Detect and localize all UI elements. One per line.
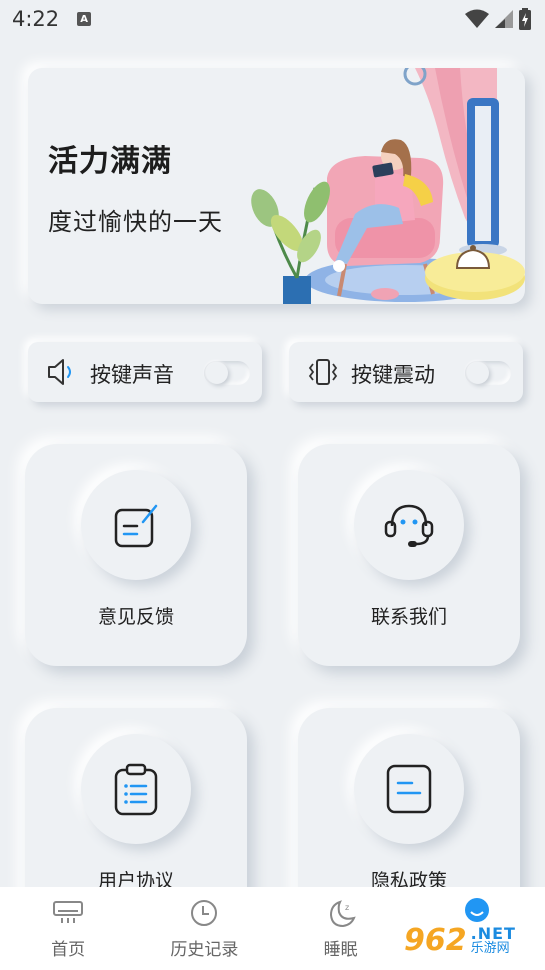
key-sound-label: 按键声音 (90, 363, 174, 387)
switch-knob (467, 362, 489, 384)
air-conditioner-icon (53, 901, 84, 923)
contact-icon-circle (354, 470, 464, 580)
nav-sleep-label: 睡眠 (323, 940, 358, 960)
nav-history-label: 历史记录 (170, 940, 239, 960)
contact-us-label: 联系我们 (370, 606, 447, 628)
document-lines-icon (386, 764, 432, 814)
moon-sleep-icon: z (329, 900, 356, 928)
status-bar: 4:22 A (0, 0, 545, 38)
relaxing-woman-illustration (251, 68, 525, 304)
signal-icon (495, 10, 513, 28)
switch-knob (206, 362, 228, 384)
watermark-site: 乐游网 (470, 940, 510, 956)
status-icons (465, 8, 531, 30)
svg-text:z: z (345, 903, 349, 912)
vibrate-icon (308, 359, 338, 385)
site-watermark: 962 .NET 乐游网 (404, 915, 542, 965)
clock-icon (191, 900, 218, 926)
status-time: 4:22 (12, 7, 60, 31)
wifi-icon (465, 9, 489, 28)
nav-home[interactable]: 首页 (0, 887, 136, 970)
privacy-icon-circle (354, 734, 464, 844)
key-sound-switch[interactable] (204, 361, 250, 385)
feedback-label: 意见反馈 (97, 606, 174, 628)
contact-us-card[interactable]: 联系我们 (298, 444, 520, 666)
key-vibrate-label: 按键震动 (351, 363, 435, 387)
banner-subtitle: 度过愉快的一天 (48, 208, 223, 236)
key-vibrate-switch[interactable] (465, 361, 511, 385)
feedback-card[interactable]: 意见反馈 (25, 444, 247, 666)
banner-title: 活力满满 (48, 144, 172, 179)
key-vibrate-toggle-card[interactable]: 按键震动 (289, 342, 523, 402)
feedback-edit-icon (114, 504, 158, 548)
nav-home-label: 首页 (51, 940, 86, 960)
welcome-banner: 活力满满 度过愉快的一天 (28, 68, 525, 304)
battery-icon (519, 8, 531, 30)
key-sound-toggle-card[interactable]: 按键声音 (28, 342, 262, 402)
notification-icon: A (77, 12, 92, 26)
watermark-suffix: .NET (470, 923, 516, 943)
headset-icon (384, 504, 434, 547)
speaker-icon (48, 359, 71, 385)
nav-history[interactable]: 历史记录 (136, 887, 272, 970)
watermark-text: .NET 乐游网 (470, 923, 516, 956)
agreement-icon-circle (81, 734, 191, 844)
watermark-number: 962 (404, 922, 467, 958)
clipboard-list-icon (114, 763, 158, 816)
feedback-icon-circle (81, 470, 191, 580)
nav-sleep[interactable]: z 睡眠 (273, 887, 409, 970)
